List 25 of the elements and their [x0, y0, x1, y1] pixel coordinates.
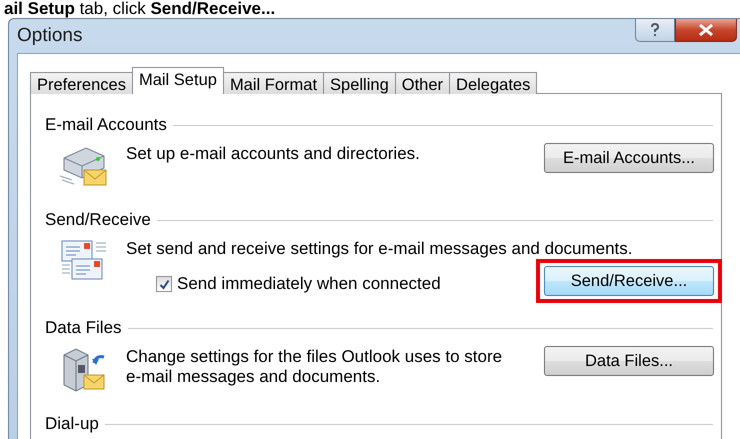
section-heading: Data Files — [45, 318, 122, 338]
close-button[interactable] — [675, 19, 737, 42]
tab[interactable]: Other — [394, 72, 450, 94]
section-description: Set up e-mail accounts and directories. — [126, 144, 421, 165]
section-heading: Dial-up — [45, 414, 99, 434]
tab[interactable]: Preferences — [30, 72, 133, 94]
tab[interactable]: Spelling — [323, 72, 396, 94]
section-description: Change settings for the files Outlook uses to store e-mail messages and documents. — [126, 347, 504, 387]
checkbox-label[interactable]: Send immediately when connected — [177, 274, 441, 294]
instruction-text: ail Setup tab, click Send/Receive... — [3, 0, 276, 18]
section-description: Set send and receive settings for e-mail messages and documents. — [126, 239, 634, 259]
tab[interactable]: Delegates — [449, 72, 538, 94]
checkbox[interactable] — [156, 276, 172, 292]
send-receive-button[interactable]: Send/Receive... — [544, 266, 714, 296]
data-files-button[interactable]: Data Files... — [544, 346, 714, 376]
window-title: Options — [17, 25, 82, 47]
checkmark-icon — [158, 278, 170, 290]
section-heading: E-mail Accounts — [45, 115, 167, 135]
help-button[interactable] — [635, 19, 675, 42]
section-heading: Send/Receive — [45, 210, 151, 230]
help-icon — [650, 23, 660, 37]
close-icon — [698, 24, 714, 36]
tab[interactable]: Mail Setup — [132, 67, 224, 94]
tab[interactable]: Mail Format — [222, 72, 324, 94]
email-accounts-button[interactable]: E-mail Accounts... — [544, 143, 714, 173]
